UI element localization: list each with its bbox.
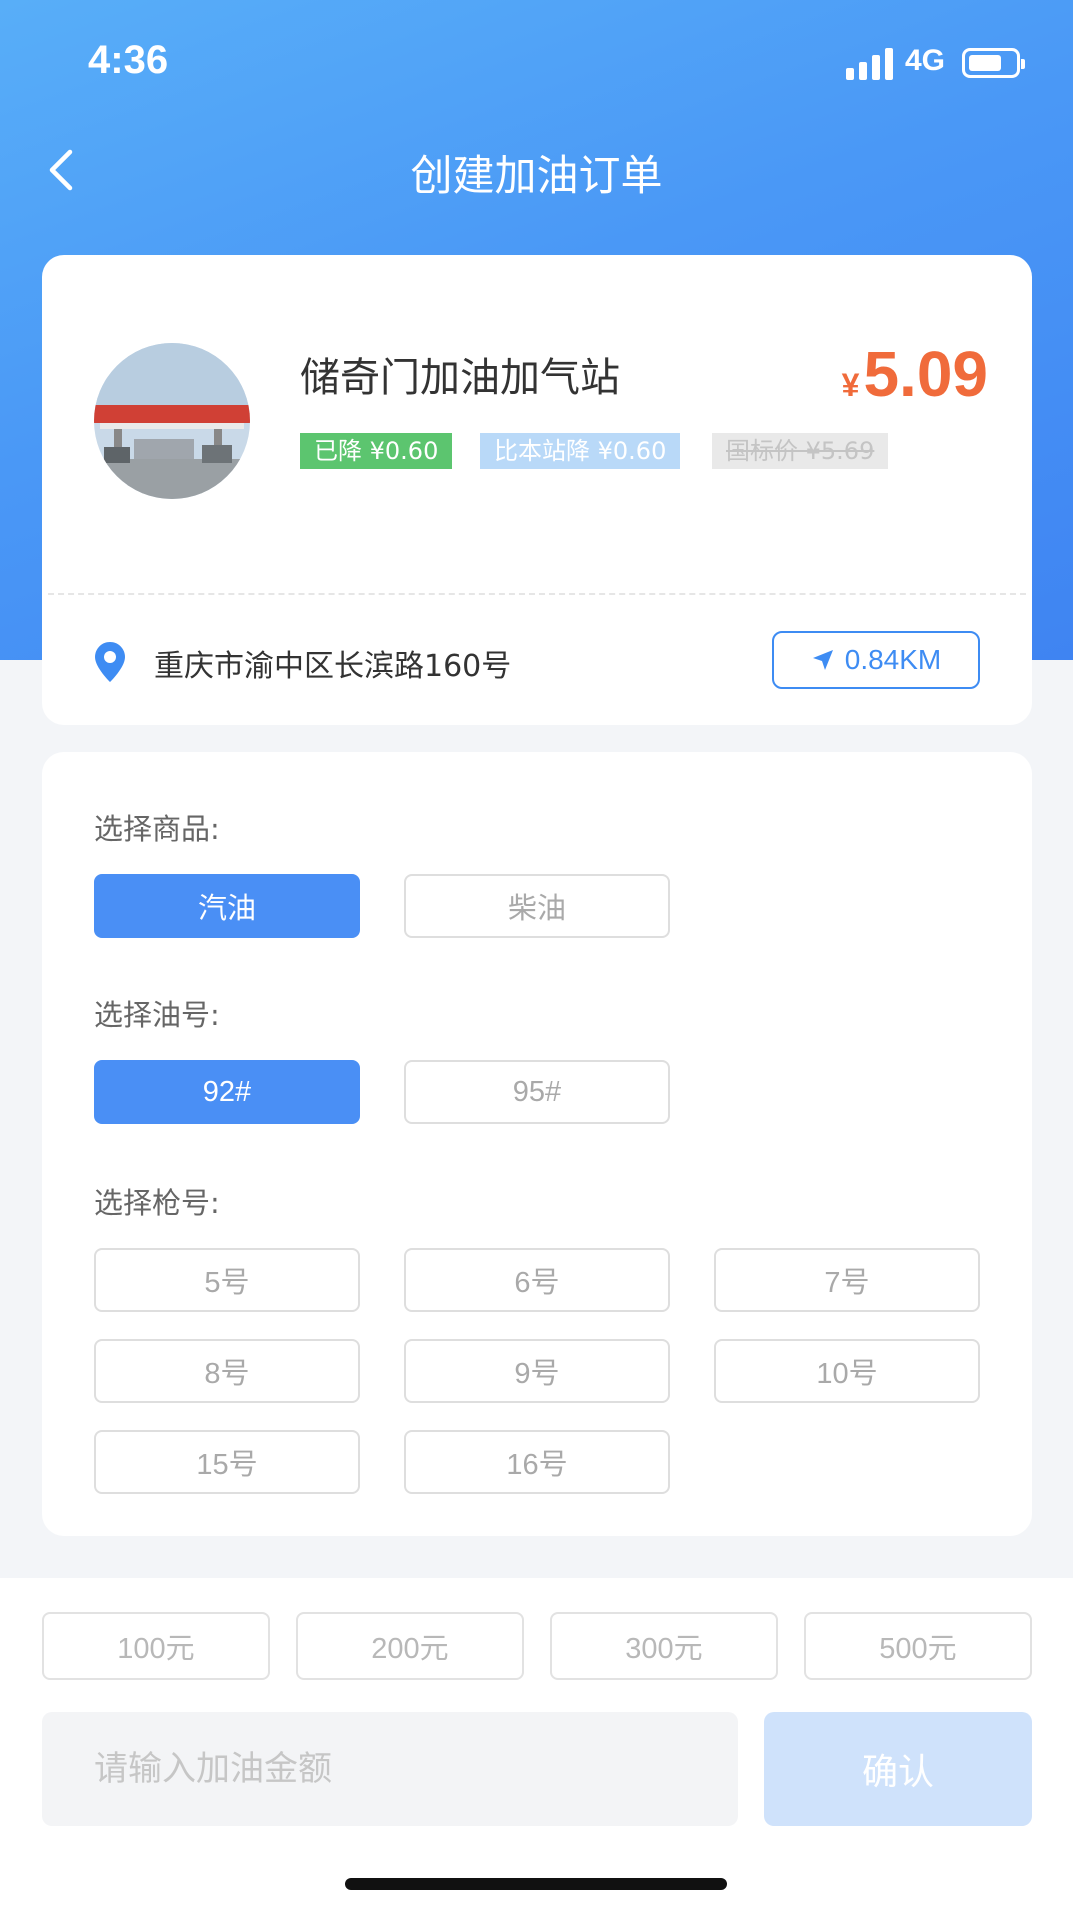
location-pin-icon bbox=[95, 642, 125, 682]
page-title: 创建加油订单 bbox=[410, 151, 663, 200]
divider bbox=[48, 593, 1026, 595]
pump-option[interactable]: 7号 bbox=[714, 1248, 980, 1312]
price-currency: ¥ bbox=[841, 367, 860, 403]
station-card: 储奇门加油加气站 ¥5.09 已降 ¥0.60 比本站降 ¥0.60 国标价 ¥… bbox=[42, 255, 1032, 725]
pump-option[interactable]: 8号 bbox=[94, 1339, 360, 1403]
pump-option[interactable]: 9号 bbox=[404, 1339, 670, 1403]
pump-option[interactable]: 5号 bbox=[94, 1248, 360, 1312]
amount-preset-300[interactable]: 300元 bbox=[550, 1612, 778, 1680]
fuel-option-92[interactable]: 92# bbox=[94, 1060, 360, 1124]
navigation-arrow-icon bbox=[812, 650, 833, 670]
battery-icon bbox=[962, 48, 1025, 78]
station-discount-badge: 比本站降 ¥0.60 bbox=[480, 433, 681, 469]
pump-option[interactable]: 6号 bbox=[404, 1248, 670, 1312]
fuel-section-label: 选择油号: bbox=[94, 998, 220, 1032]
pump-option[interactable]: 16号 bbox=[404, 1430, 670, 1494]
station-name: 储奇门加油加气站 bbox=[300, 355, 620, 401]
amount-preset-100[interactable]: 100元 bbox=[42, 1612, 270, 1680]
price-value: 5.09 bbox=[863, 338, 988, 410]
pump-option[interactable]: 15号 bbox=[94, 1430, 360, 1494]
network-type: 4G bbox=[905, 44, 946, 77]
distance-label: 0.84KM bbox=[844, 644, 942, 675]
pump-section-label: 选择枪号: bbox=[94, 1186, 220, 1220]
station-address: 重庆市渝中区长滨路160号 bbox=[154, 649, 512, 684]
discount-badge: 已降 ¥0.60 bbox=[300, 433, 453, 469]
national-price-badge: 国标价 ¥5.69 bbox=[712, 433, 889, 469]
amount-preset-500[interactable]: 500元 bbox=[804, 1612, 1032, 1680]
product-option-diesel[interactable]: 柴油 bbox=[404, 874, 670, 938]
station-price: ¥5.09 bbox=[842, 337, 988, 411]
signal-icon bbox=[846, 48, 894, 80]
amount-input[interactable] bbox=[42, 1712, 738, 1826]
home-indicator bbox=[345, 1878, 727, 1890]
amount-panel: 100元 200元 300元 500元 确认 bbox=[0, 1578, 1073, 1913]
amount-preset-200[interactable]: 200元 bbox=[296, 1612, 524, 1680]
fuel-option-95[interactable]: 95# bbox=[404, 1060, 670, 1124]
confirm-button[interactable]: 确认 bbox=[764, 1712, 1032, 1826]
status-bar: 4:36 4G bbox=[0, 0, 1073, 120]
pump-option[interactable]: 10号 bbox=[714, 1339, 980, 1403]
product-option-gasoline[interactable]: 汽油 bbox=[94, 874, 360, 938]
status-time: 4:36 bbox=[88, 38, 169, 82]
station-photo bbox=[94, 343, 250, 499]
product-section-label: 选择商品: bbox=[94, 812, 220, 846]
navigate-button[interactable]: 0.84KM bbox=[772, 631, 980, 689]
selection-card: 选择商品: 汽油 柴油 选择油号: 92# 95# 选择枪号: 5号 6号 7号… bbox=[42, 752, 1032, 1536]
